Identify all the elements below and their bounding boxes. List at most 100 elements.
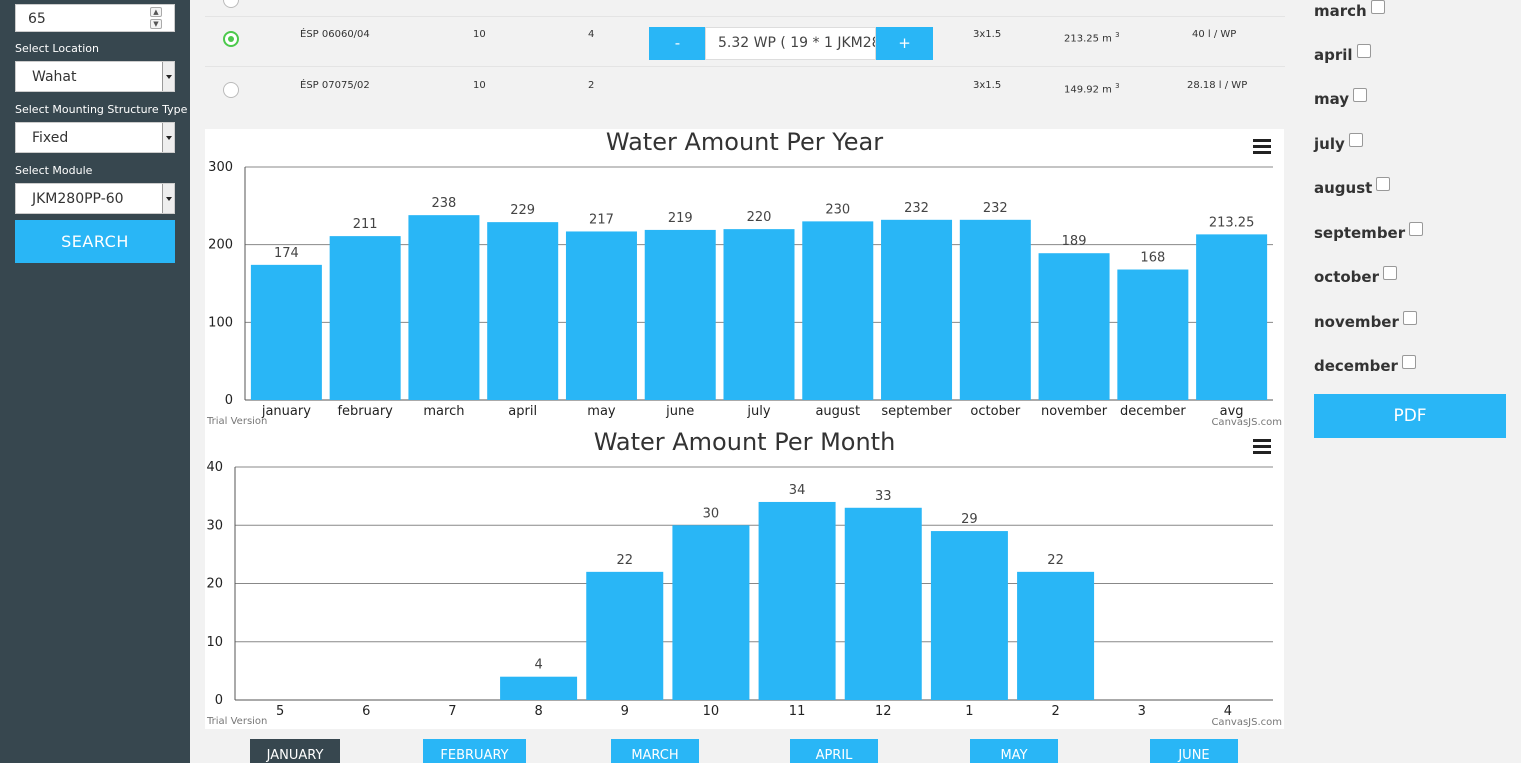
decrement-icon[interactable]: ▼ (150, 19, 162, 29)
x-tick-label: october (970, 404, 1020, 419)
bar[interactable] (930, 531, 1008, 700)
chevron-down-icon[interactable] (162, 123, 174, 152)
row-radio[interactable] (223, 82, 239, 98)
month-checkbox-september[interactable]: september (1314, 222, 1424, 242)
month-checkbox-march[interactable]: march (1314, 0, 1385, 20)
bar[interactable] (959, 219, 1031, 400)
bar[interactable] (644, 229, 716, 400)
location-value: Wahat (32, 69, 77, 85)
chevron-down-icon[interactable] (162, 62, 174, 91)
row-value: 4 (588, 29, 595, 40)
bar[interactable] (250, 264, 322, 400)
month-checkbox-july[interactable]: july (1314, 133, 1363, 153)
data-label: 22 (1047, 553, 1064, 568)
x-tick-label: 8 (534, 704, 542, 719)
stepper-arrows[interactable]: ▲ ▼ (150, 7, 162, 29)
bar[interactable] (758, 501, 836, 700)
y-tick-label: 0 (225, 393, 233, 408)
yearly-chart: Water Amount Per Year 0 100 200 300 174 janua… (205, 128, 1284, 429)
month-checkbox-april[interactable]: april (1314, 44, 1371, 64)
row-value: 2 (588, 80, 595, 91)
month-checkbox-label: may (1314, 90, 1350, 108)
month-checkbox-december[interactable]: december (1314, 355, 1416, 375)
y-tick-label: 0 (215, 693, 223, 708)
month-checkbox-label: october (1314, 268, 1379, 286)
pdf-button[interactable]: PDF (1314, 394, 1506, 438)
row-radio[interactable] (223, 0, 239, 8)
data-label: 220 (747, 210, 772, 225)
mounting-value: Fixed (32, 130, 69, 146)
x-tick-label: november (1041, 404, 1108, 419)
bar[interactable] (565, 231, 637, 400)
increment-icon[interactable]: ▲ (150, 7, 162, 17)
x-tick-label: 11 (789, 704, 806, 719)
decrease-button[interactable]: - (649, 27, 706, 60)
data-label: 22 (616, 553, 633, 568)
quantity-stepper[interactable]: 65 ▲ ▼ (15, 4, 175, 32)
tab-may[interactable]: MAY (970, 739, 1058, 763)
x-tick-label: 1 (965, 704, 973, 719)
data-label: 230 (825, 202, 850, 217)
checkbox-icon[interactable] (1370, 0, 1385, 14)
location-select[interactable]: Wahat (15, 61, 175, 92)
x-tick-label: july (746, 404, 770, 419)
tab-april[interactable]: APRIL (790, 739, 878, 763)
bar[interactable] (1017, 571, 1095, 700)
checkbox-icon[interactable] (1409, 222, 1424, 236)
month-checkbox-label: april (1314, 46, 1353, 64)
credit-link[interactable]: CanvasJS.com (1211, 717, 1282, 728)
month-checkbox-november[interactable]: november (1314, 311, 1417, 331)
bar[interactable] (408, 215, 480, 400)
increase-button[interactable]: + (876, 27, 933, 60)
month-checkbox-august[interactable]: august (1314, 177, 1391, 197)
bar[interactable] (500, 676, 578, 700)
month-checkbox-label: december (1314, 357, 1398, 375)
chevron-down-icon[interactable] (162, 184, 174, 213)
month-checkbox-october[interactable]: october (1314, 266, 1397, 286)
trial-label: Trial Version (207, 416, 268, 427)
bar[interactable] (723, 229, 795, 400)
tab-june[interactable]: JUNE (1150, 739, 1238, 763)
tab-january[interactable]: JANUARY (250, 739, 340, 763)
bar[interactable] (1038, 253, 1110, 400)
checkbox-icon[interactable] (1376, 177, 1391, 191)
bar[interactable] (586, 571, 664, 700)
checkbox-icon[interactable] (1353, 88, 1368, 102)
checkbox-icon[interactable] (1356, 44, 1371, 58)
bar[interactable] (672, 525, 750, 700)
tab-march[interactable]: MARCH (611, 739, 699, 763)
pump-model: ÉSP 07075/02 (300, 80, 370, 91)
table-row: ÉSP 07075/02 10 2 3x1.5 149.92 m 3 28.18… (205, 66, 1285, 116)
checkbox-icon[interactable] (1402, 311, 1417, 325)
bar[interactable] (802, 221, 874, 400)
credit-link[interactable]: CanvasJS.com (1211, 417, 1282, 428)
x-tick-label: 6 (362, 704, 370, 719)
bar[interactable] (487, 222, 559, 400)
y-tick-label: 40 (206, 460, 223, 475)
checkbox-icon[interactable] (1348, 133, 1363, 147)
power-field[interactable]: 5.32 WP ( 19 * 1 JKM28 (705, 27, 876, 60)
checkbox-icon[interactable] (1401, 355, 1416, 369)
x-tick-label: march (423, 404, 464, 419)
water-volume: 149.92 m 3 (1064, 82, 1120, 96)
month-checkbox-may[interactable]: may (1314, 88, 1368, 108)
month-checkbox-label: september (1314, 224, 1406, 242)
cable-size: 3x1.5 (973, 80, 1002, 91)
data-label: 238 (432, 196, 457, 211)
search-button[interactable]: SEARCH (15, 220, 175, 263)
bar[interactable] (1117, 269, 1189, 400)
tab-february[interactable]: FEBRUARY (423, 739, 526, 763)
bar[interactable] (329, 236, 401, 400)
monthly-chart: Water Amount Per Month 0 10 20 30 40 5 6 7 4 8 22 9… (205, 428, 1284, 729)
mounting-select[interactable]: Fixed (15, 122, 175, 153)
module-label: Select Module (15, 164, 93, 177)
checkbox-icon[interactable] (1382, 266, 1397, 280)
module-select[interactable]: JKM280PP-60 (15, 183, 175, 214)
bar[interactable] (1196, 234, 1268, 400)
bar[interactable] (844, 507, 922, 700)
data-label: 232 (983, 201, 1008, 216)
row-value: 10 (473, 29, 486, 40)
bar[interactable] (881, 219, 953, 400)
data-label: 219 (668, 211, 693, 226)
row-radio[interactable] (223, 31, 239, 47)
